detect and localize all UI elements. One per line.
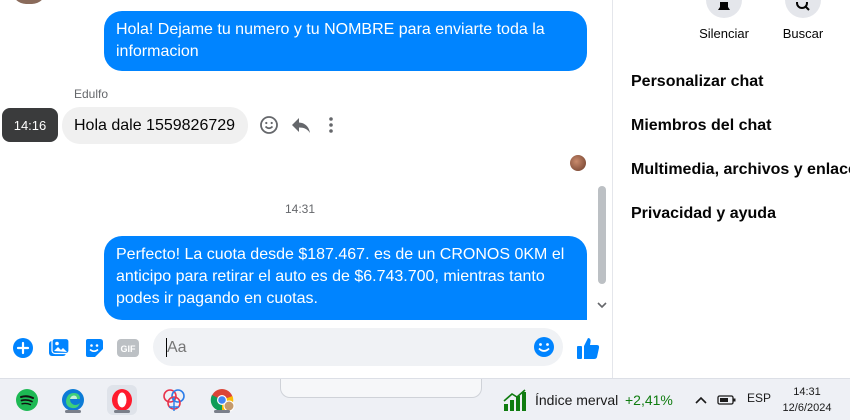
running-indicator [65,410,81,413]
running-indicator [214,410,230,413]
chevron-up-icon [695,396,707,404]
message-input-wrapper [153,328,563,368]
avatar [12,0,46,4]
sticker-button[interactable] [82,336,106,360]
clock[interactable]: 14:31 12/6/2024 [772,384,842,416]
chat-info-panel: Silenciar Buscar Personalizar chat Miemb… [613,0,850,378]
message-outgoing[interactable]: Hola! Dejame tu numero y tu NOMBRE para … [104,11,587,71]
app-icon [163,389,185,411]
message-incoming[interactable]: Hola dale 1559826729 [62,107,248,144]
widget-value: +2,41% [625,392,673,408]
seen-avatar [570,155,586,171]
mute-label: Silenciar [699,26,749,41]
smiley-icon [260,116,278,134]
image-icon [49,338,70,356]
running-indicator [114,410,130,413]
reply-button[interactable] [289,114,313,136]
app-button[interactable] [159,385,189,415]
gif-button[interactable]: GIF [116,337,140,359]
like-button[interactable] [574,334,602,362]
chevron-down-icon [597,302,607,309]
timestamp-tooltip: 14:16 [2,108,58,142]
thumbs-up-icon [577,338,600,359]
language-indicator[interactable]: ESP [747,391,771,405]
photo-button[interactable] [47,336,71,360]
more-vertical-icon [329,117,333,133]
chrome-button[interactable] [207,385,237,415]
menu-customize-chat[interactable]: Personalizar chat [631,73,764,91]
menu-media-files-links[interactable]: Multimedia, archivos y enlaces [631,161,850,179]
edge-icon [62,389,84,411]
chat-panel: Hola! Dejame tu numero y tu NOMBRE para … [0,0,612,378]
mute-action[interactable]: Silenciar [693,0,755,41]
menu-privacy-help[interactable]: Privacidad y ayuda [631,205,776,223]
svg-text:GIF: GIF [121,344,137,354]
text-caret [166,338,167,357]
widget-chart-icon[interactable] [502,387,528,413]
battery-button[interactable] [716,392,738,408]
spotify-icon [16,389,38,411]
taskbar: Índice merval +2,41% ESP 14:31 12/6/2024 [0,378,850,420]
clock-date: 12/6/2024 [782,402,832,414]
scrollbar-thumb[interactable] [598,186,606,284]
message-text: Hola dale 1559826729 [74,117,236,134]
battery-icon [717,395,736,405]
search-label: Buscar [782,26,824,41]
composer: GIF [0,320,612,378]
more-button[interactable] [322,114,340,136]
message-text: Perfecto! La cuota desde $187.467. es de… [116,246,565,307]
add-button[interactable] [11,336,35,360]
edge-button[interactable] [58,385,88,415]
emoji-icon [534,337,554,357]
sticker-icon [86,339,103,357]
scroll-down-button[interactable] [596,298,608,312]
message-text: Hola! Dejame tu numero y tu NOMBRE para … [116,21,545,60]
search-icon [785,0,821,18]
search-action[interactable]: Buscar [773,0,833,41]
message-input[interactable] [165,328,529,368]
opera-button[interactable] [107,385,137,415]
widget-label[interactable]: Índice merval [535,392,618,408]
time-separator: 14:31 [284,202,316,216]
spotify-button[interactable] [12,385,42,415]
plus-circle-icon [13,338,33,358]
opera-icon [112,389,132,411]
clock-time: 14:31 [793,386,821,398]
menu-chat-members[interactable]: Miembros del chat [631,117,771,135]
emoji-button[interactable] [533,336,555,358]
gif-icon: GIF [117,339,139,357]
bell-icon [706,0,742,18]
reply-icon [292,118,310,133]
window-preview-edge [280,379,482,398]
react-button[interactable] [258,114,280,136]
message-outgoing[interactable]: Perfecto! La cuota desde $187.467. es de… [104,236,587,320]
tray-overflow-button[interactable] [693,392,709,408]
sender-name: Edulfo [74,87,109,101]
